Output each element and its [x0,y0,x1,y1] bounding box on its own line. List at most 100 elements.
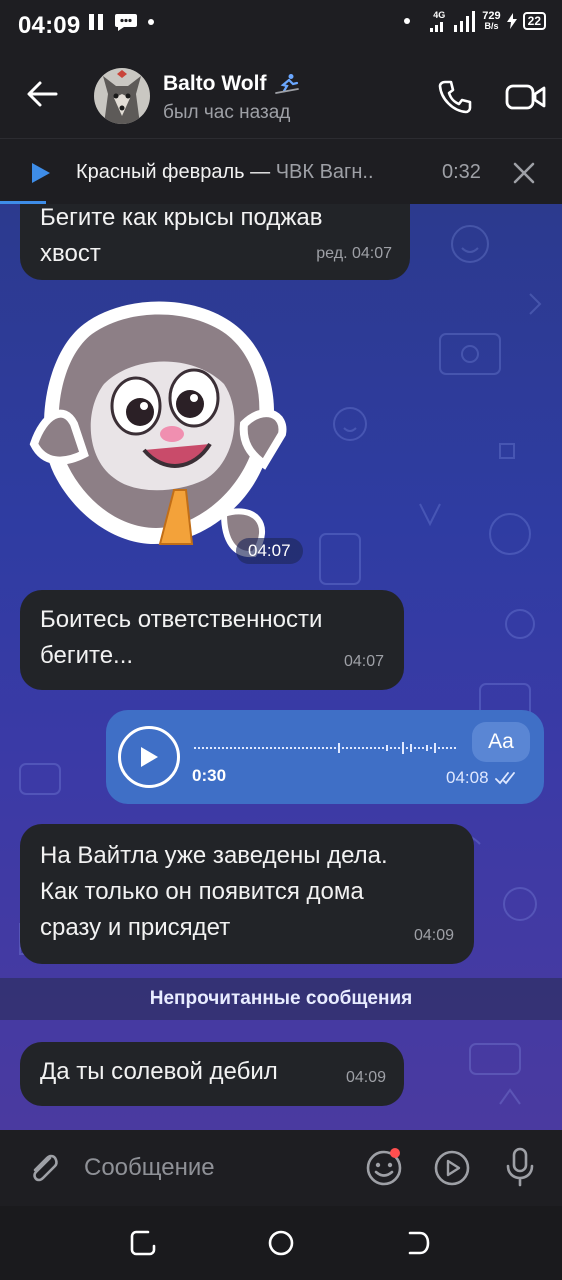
waveform-bar [342,747,344,749]
last-seen-status: был час назад [163,102,291,123]
waveform-bar [354,747,356,749]
waveform-bar [274,747,276,749]
waveform-bar [406,747,408,749]
video-call-button[interactable] [500,74,552,120]
waveform-bar [346,747,348,749]
waveform-bar [394,747,396,749]
music-player-bar[interactable]: Красный февраль — ЧВК Вагн.. 0:32 [0,138,562,204]
waveform-bar [386,745,388,751]
skier-emoji-icon [275,74,300,94]
waveform-bar [286,747,288,749]
waveform-bar [238,747,240,749]
transcribe-button[interactable]: Aa [472,722,530,762]
sticker-time: 04:07 [236,538,303,564]
phone-icon [438,80,472,114]
home-icon[interactable] [264,1226,298,1260]
waveform-bar [210,747,212,749]
waveform-bar [290,747,292,749]
waveform-bar [450,747,452,749]
network-type: 4G [433,10,446,20]
waveform-bar [334,747,336,749]
speed-unit: B/s [484,21,499,31]
paperclip-icon[interactable] [24,1148,64,1188]
track-time: 0:32 [442,161,481,183]
status-right-icons: 4G 729 B/s 22 [404,10,546,32]
waveform-bar [374,747,376,749]
waveform-bar [422,747,424,749]
system-navigation-bar [0,1206,562,1280]
avatar[interactable] [94,68,150,124]
waveform-bar [302,747,304,749]
waveform-bar [442,747,444,749]
data-speed: 729 B/s [482,11,500,32]
contact-name-label: Balto Wolf [163,72,267,95]
waveform-bar [234,747,236,749]
waveform-bar [262,747,264,749]
waveform-bar [390,747,392,749]
waveform-bar [282,747,284,749]
video-message-icon[interactable] [432,1148,472,1188]
track-title: Красный февраль — [76,161,276,183]
waveform-bar [306,747,308,749]
track-info[interactable]: Красный февраль — ЧВК Вагн.. [76,161,421,184]
waveform-bar [202,747,204,749]
waveform-bar [426,745,428,751]
waveform-bar [398,747,400,749]
waveform-bar [322,747,324,749]
chat-area[interactable]: Бегите как крысы поджав хвост ред. 04:07… [0,204,562,1130]
message-time: 04:07 [343,653,384,670]
arrow-left-icon [27,81,58,107]
network-indicator: 4G [430,10,448,32]
waveform-bar [362,747,364,749]
waveform-bar [338,743,340,753]
waveform-bar [438,747,440,749]
waveform-bar [206,747,208,749]
waveform-bar [434,743,436,753]
microphone-icon[interactable] [500,1146,540,1188]
notification-dot-icon [404,18,411,24]
waveform-bar [446,747,448,749]
waveform-bar [326,747,328,749]
incoming-message[interactable]: Да ты солевой дебил 04:09 [20,1042,404,1106]
waveform-bar [410,744,412,752]
incoming-message[interactable]: Бегите как крысы поджав хвост ред. 04:07 [20,204,410,280]
status-time: 04:09 [18,12,81,39]
status-bar: 04:09 4G 729 B/s 22 [0,0,562,52]
play-icon[interactable] [28,161,52,185]
message-text-line: бегите... [40,642,134,669]
waveform-bar [430,747,432,749]
close-player-button[interactable] [508,157,540,189]
battery-level: 22 [522,12,546,30]
message-text-line: На Вайтла уже заведены дела. [40,842,388,869]
back-nav-icon[interactable] [400,1226,434,1260]
message-time: ред. 04:07 [316,245,392,262]
recent-apps-icon[interactable] [126,1226,160,1260]
incoming-message[interactable]: На Вайтла уже заведены дела. Как только … [20,824,474,964]
waveform-bar [370,747,372,749]
waveform-bar [198,747,200,749]
outgoing-voice-message[interactable]: 0:30 Aa 04:08 [106,710,544,804]
waveform-bar [230,747,232,749]
waveform-bar [366,747,368,749]
unread-messages-divider: Непрочитанные сообщения [0,978,562,1020]
sticker-message[interactable] [24,294,294,566]
call-button[interactable] [432,74,478,120]
track-artist: ЧВК Вагн.. [275,161,374,183]
chat-notification-icon [115,14,137,31]
waveform-bar [250,747,252,749]
waveform-bar [226,747,228,749]
voice-duration: 0:30 [192,766,227,785]
contact-name[interactable]: Balto Wolf [163,72,300,96]
waveform-bar [218,747,220,749]
notification-dot-icon [148,19,154,25]
message-text-line: Боитесь ответственности [40,606,323,633]
waveform-bar [382,747,384,749]
waveform-bar [414,747,416,749]
waveform-bar [294,747,296,749]
back-button[interactable] [20,72,64,116]
message-input[interactable] [84,1144,344,1192]
incoming-message[interactable]: Боитесь ответственности бегите... 04:07 [20,590,404,690]
voice-waveform [194,742,456,754]
voice-play-button[interactable] [118,726,180,788]
message-time-status: 04:08 [446,768,519,788]
